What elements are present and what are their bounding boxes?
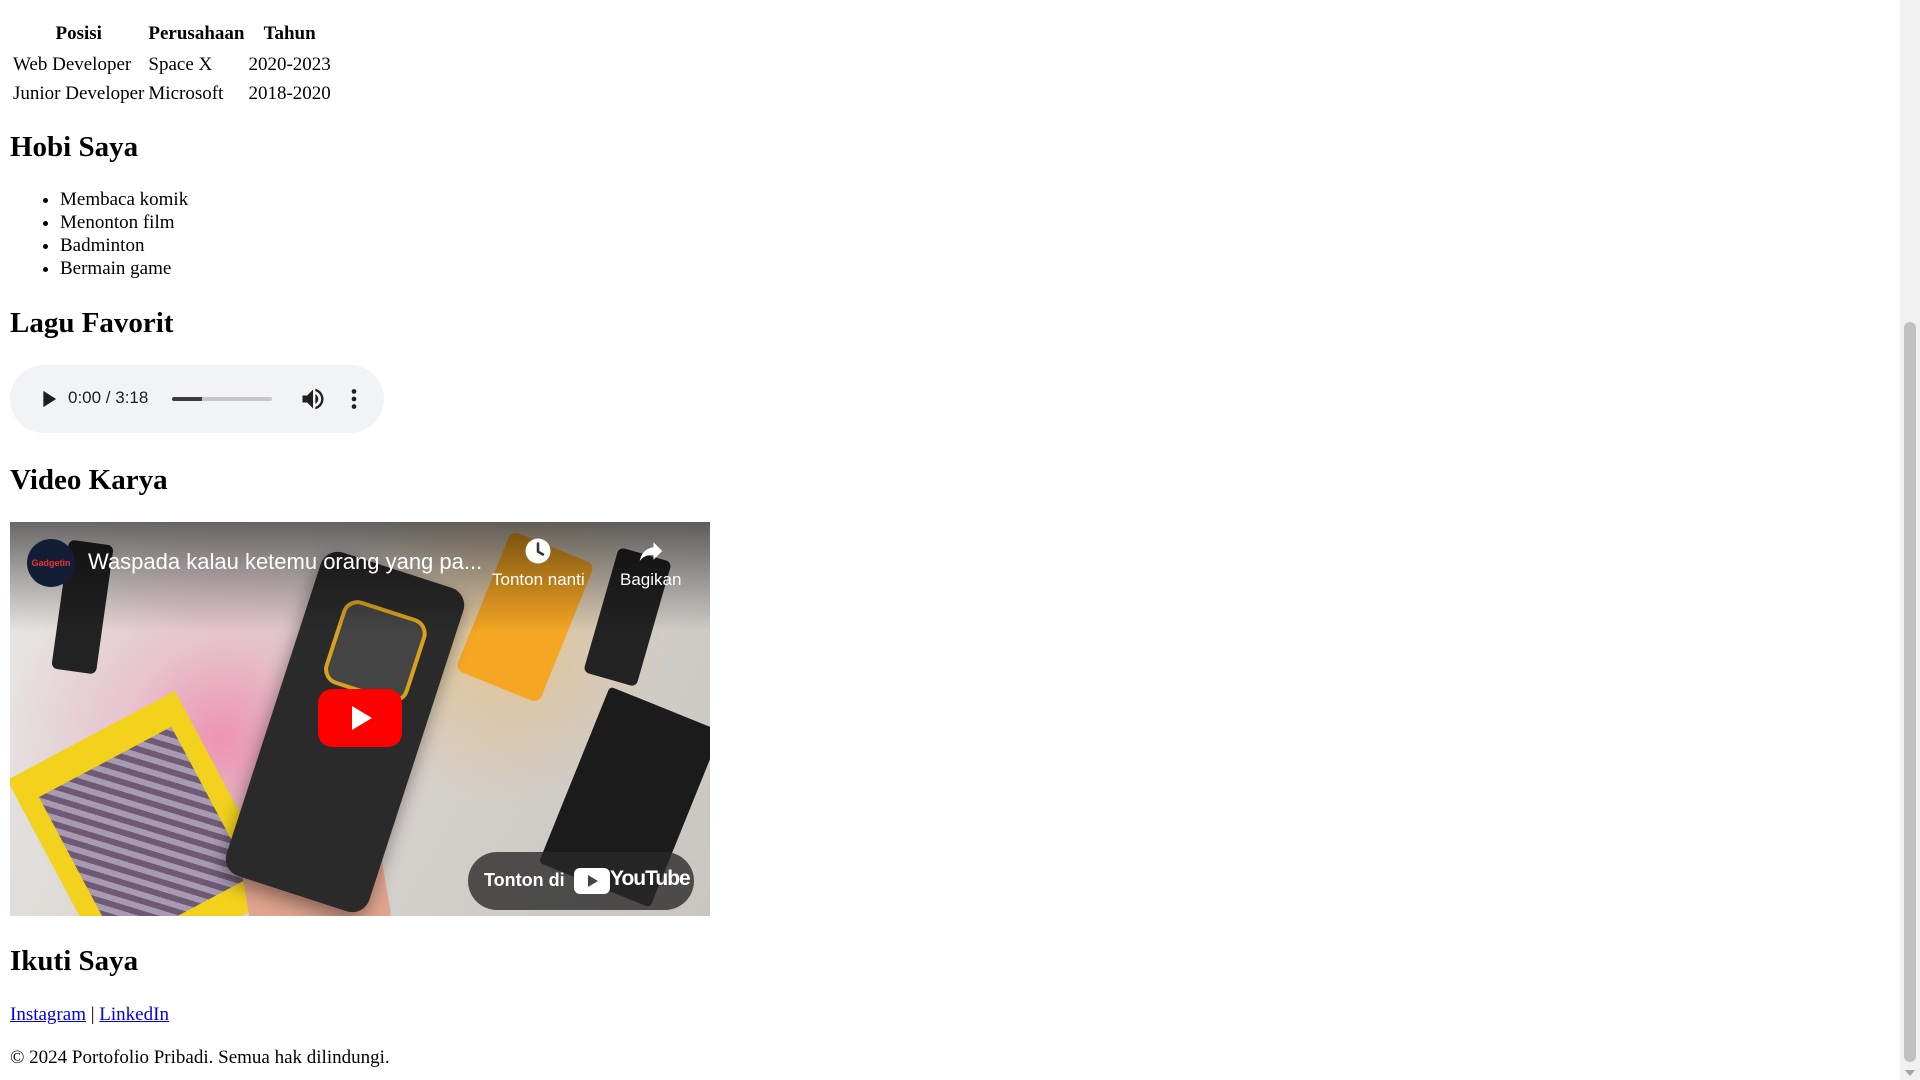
- table-header-cell: Perusahaan: [148, 23, 245, 44]
- page-scrollbar[interactable]: [1900, 0, 1920, 1080]
- table-header-row: Posisi Perusahaan Tahun: [12, 21, 332, 49]
- list-item: Bermain game: [60, 257, 188, 280]
- table-cell: 2018-2020: [248, 83, 331, 104]
- experience-table: Posisi Perusahaan Tahun Web Developer Sp…: [10, 19, 334, 109]
- hobbies-heading: Hobi Saya: [10, 131, 139, 163]
- channel-avatar[interactable]: Gadgetin: [27, 539, 75, 587]
- instagram-link[interactable]: Instagram: [10, 1004, 86, 1025]
- volume-icon[interactable]: [299, 385, 327, 413]
- audio-player[interactable]: 0:00 / 3:18: [10, 365, 384, 433]
- audio-seek-slider[interactable]: [172, 397, 272, 401]
- watch-on-youtube-button[interactable]: Tonton di YouTube: [468, 852, 694, 910]
- list-item: Badminton: [60, 234, 188, 257]
- video-top-shade: [10, 522, 710, 632]
- table-cell: Microsoft: [148, 83, 224, 104]
- video-heading: Video Karya: [10, 464, 168, 496]
- table-header-cell: Posisi: [55, 23, 102, 44]
- table-row: Web Developer Space X 2020-2023: [12, 51, 332, 78]
- audio-time: 0:00 / 3:18: [68, 388, 149, 407]
- youtube-play-icon[interactable]: [318, 689, 402, 747]
- share-label: Bagikan: [620, 570, 682, 589]
- play-icon[interactable]: [34, 385, 62, 413]
- youtube-wordmark: YouTube: [610, 867, 691, 890]
- music-heading: Lagu Favorit: [10, 307, 174, 339]
- video-title[interactable]: Waspada kalau ketemu orang yang pa...: [88, 549, 482, 575]
- table-cell: Web Developer: [13, 54, 132, 75]
- footer-text: © 2024 Portofolio Pribadi. Semua hak dil…: [10, 1047, 390, 1068]
- table-header-cell: Tahun: [263, 23, 316, 44]
- table-cell: 2020-2023: [248, 54, 331, 75]
- share-button[interactable]: Bagikan: [620, 536, 681, 590]
- youtube-logo-icon: [574, 868, 610, 894]
- linkedin-link[interactable]: LinkedIn: [99, 1004, 169, 1025]
- watch-later-button[interactable]: Tonton nanti: [492, 536, 585, 590]
- audio-seek-fill: [172, 397, 202, 401]
- list-item: Menonton film: [60, 211, 188, 234]
- page: Posisi Perusahaan Tahun Web Developer Sp…: [0, 0, 1900, 1080]
- hobbies-list: Membaca komik Menonton film Badminton Be…: [10, 188, 188, 280]
- scroll-down-arrow-icon[interactable]: [1905, 1070, 1915, 1076]
- scrollbar-thumb[interactable]: [1904, 322, 1916, 1062]
- watch-later-label: Tonton nanti: [492, 570, 585, 589]
- social-heading: Ikuti Saya: [10, 945, 139, 977]
- share-arrow-icon: [639, 542, 662, 561]
- list-item: Membaca komik: [60, 188, 188, 211]
- youtube-embed[interactable]: Gadgetin Waspada kalau ketemu orang yang…: [10, 522, 710, 916]
- table-cell: Junior Developer: [13, 83, 145, 104]
- table-row: Junior Developer Microsoft 2018-2020: [12, 80, 332, 107]
- table-cell: Space X: [148, 54, 213, 75]
- clock-icon: [525, 538, 551, 564]
- link-separator: |: [90, 1004, 95, 1025]
- more-vert-icon[interactable]: [340, 385, 368, 413]
- social-links: Instagram | LinkedIn: [10, 1004, 169, 1026]
- watch-on-label: Tonton di: [484, 870, 565, 890]
